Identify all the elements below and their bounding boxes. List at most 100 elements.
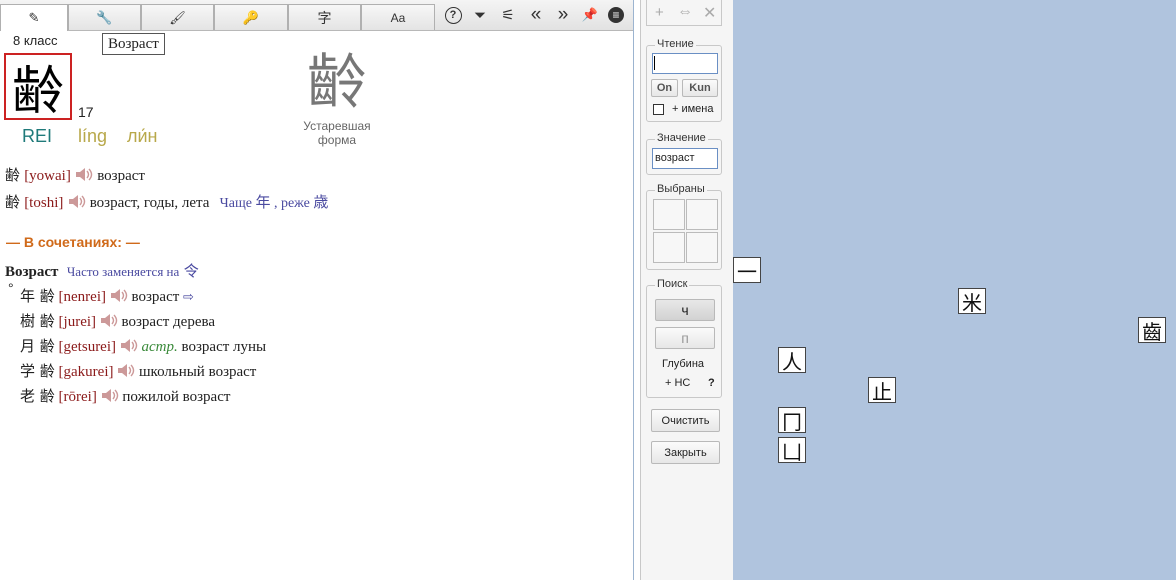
combination-tag: астр. <box>141 339 178 355</box>
speaker-icon[interactable] <box>100 313 118 328</box>
selected-group-title: Выбраны <box>655 183 707 195</box>
combination-reading: [rōrei] <box>58 389 97 405</box>
combination-row[interactable]: 学 齢 [gakurei] школьный возраст <box>20 360 256 381</box>
menu-button[interactable]: ≡ <box>606 5 626 25</box>
font-icon: Aa <box>390 10 406 25</box>
pin-button[interactable]: 📌 <box>580 5 600 25</box>
arrow-icon[interactable]: ⇨ <box>183 289 194 304</box>
broom-button[interactable]: ⚟ <box>498 5 518 25</box>
help-depth[interactable]: ? <box>708 377 715 389</box>
back-button[interactable]: « <box>526 4 546 25</box>
group-note: Часто заменяется на <box>66 264 180 279</box>
broom-icon: ⚟ <box>501 7 515 24</box>
old-form-label: Устаревшая форма <box>290 119 384 147</box>
combination-row[interactable]: 老 齢 [rōrei] пожилой возраст <box>20 385 230 406</box>
radical-tile[interactable]: 凵 <box>778 437 806 464</box>
add-icon[interactable]: + <box>655 4 664 21</box>
names-label: + имена <box>672 103 714 115</box>
grade-label: 8 класс <box>13 33 58 48</box>
forward-button[interactable]: » <box>553 4 573 25</box>
toolbar: ✎ 🔧 🖌 🔑 字 Aa ? ⏷ ⚟ « » 📌 ≡ <box>0 0 633 31</box>
group-note-kanji[interactable]: 令 <box>184 262 199 280</box>
pinyin: líng <box>78 126 108 146</box>
kanji-info-panel: ✎ 🔧 🖌 🔑 字 Aa ? ⏷ ⚟ « » 📌 ≡ 8 класс Возра… <box>0 0 634 580</box>
clear-button[interactable]: Очистить <box>651 409 720 432</box>
close-button[interactable]: Закрыть <box>651 441 720 464</box>
meaning-group-title: Значение <box>655 132 708 144</box>
speaker-icon[interactable] <box>68 194 86 209</box>
speaker-icon[interactable] <box>120 338 138 353</box>
selected-slot[interactable] <box>653 199 685 230</box>
text-cursor <box>654 56 655 70</box>
reading-kana: [toshi] <box>24 195 64 211</box>
combination-reading: [gakurei] <box>58 364 114 380</box>
reading-group-title: Чтение <box>655 38 696 50</box>
meaning-input[interactable]: возраст <box>652 148 718 169</box>
combination-row[interactable]: 月 齢 [getsurei] астр. возраст луны <box>20 335 266 356</box>
radical-tile[interactable]: 齒 <box>1138 317 1166 344</box>
back-icon: « <box>530 4 542 25</box>
search-group: Поиск ч п Глубина + НС ? <box>646 278 722 398</box>
speaker-icon[interactable] <box>75 167 93 182</box>
combination-word: 月 齢 <box>20 337 55 355</box>
menu-icon: ≡ <box>608 7 624 23</box>
names-checkbox[interactable] <box>653 104 664 115</box>
radical-tile[interactable]: 人 <box>778 347 806 374</box>
tab-character[interactable]: 字 <box>288 4 361 30</box>
combination-word: 学 齢 <box>20 362 55 380</box>
combination-reading: [jurei] <box>58 314 97 330</box>
remove-icon[interactable]: ✕ <box>703 3 716 23</box>
pin-icon: 📌 <box>581 7 599 22</box>
combination-meaning: возраст <box>131 289 180 305</box>
filter-button[interactable]: ⏷ <box>470 5 490 25</box>
reading-group: Чтение On Kun + имена <box>646 38 722 122</box>
kun-button[interactable]: Kun <box>682 79 718 97</box>
old-form-kanji: 齡 <box>307 48 367 118</box>
speaker-icon[interactable] <box>101 388 119 403</box>
nc-toggle[interactable]: + НС <box>665 377 690 389</box>
russian-reading: ли́н <box>127 126 158 146</box>
tooltip: Возраст <box>102 33 165 55</box>
usage-note: Чаще 年 , реже 歳 <box>220 193 329 211</box>
combination-row[interactable]: 年 齢 [nenrei] возраст ⇨ <box>20 285 194 306</box>
usage-note-kanji[interactable]: 歳 <box>313 193 328 211</box>
meaning-group: Значение возраст <box>646 132 722 175</box>
selected-slot[interactable] <box>686 232 718 263</box>
tab-font[interactable]: Aa <box>361 4 435 30</box>
radical-tile[interactable]: 冂 <box>778 407 806 434</box>
kanji-actions: + ⇔ ✕ <box>646 0 722 26</box>
on-button[interactable]: On <box>651 79 678 97</box>
selected-group: Выбраны <box>646 183 722 270</box>
selected-slot[interactable] <box>686 199 718 230</box>
radical-tile[interactable]: 一 <box>733 257 761 284</box>
search-button-p[interactable]: п <box>655 327 715 349</box>
search-button-ch[interactable]: ч <box>655 299 715 321</box>
key-icon: 🔑 <box>242 9 260 25</box>
speaker-icon[interactable] <box>110 288 128 303</box>
radical-canvas[interactable]: 一 米 齒 人 止 冂 凵 <box>733 0 1176 580</box>
stroke-count: 17 <box>78 104 94 120</box>
usage-note-kanji[interactable]: 年 <box>255 193 270 211</box>
reading-kanji: 齢 <box>5 193 21 211</box>
speaker-icon[interactable] <box>117 363 135 378</box>
character-icon: 字 <box>317 9 332 26</box>
tab-wrench[interactable]: 🔧 <box>68 4 141 30</box>
tab-key[interactable]: 🔑 <box>214 4 288 30</box>
swap-icon[interactable]: ⇔ <box>677 3 693 21</box>
tab-eraser[interactable]: ✎ <box>0 4 68 31</box>
radical-tile[interactable]: 止 <box>868 377 896 404</box>
combination-word: 年 齢 <box>20 287 55 305</box>
on-reading: REI <box>22 126 53 146</box>
tab-brush[interactable]: 🖌 <box>141 4 214 30</box>
filter-icon: ⏷ <box>473 6 486 24</box>
combination-word: 老 齢 <box>20 387 55 405</box>
combination-meaning: возраст дерева <box>121 314 216 330</box>
combination-group-title: Возраст Часто заменяется на 令 <box>5 260 199 281</box>
selected-slot[interactable] <box>653 232 685 263</box>
radical-tile[interactable]: 米 <box>958 288 986 315</box>
common-marker: ° <box>8 280 14 296</box>
reading-input[interactable] <box>652 53 718 74</box>
combination-row[interactable]: 樹 齢 [jurei] возраст дерева <box>20 310 215 331</box>
help-button[interactable]: ? <box>443 5 463 25</box>
reading-kanji: 齢 <box>5 166 21 184</box>
